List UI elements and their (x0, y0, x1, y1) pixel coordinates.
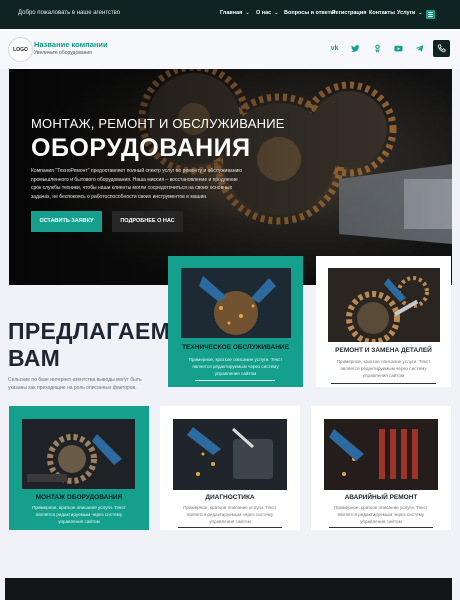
card-divider (331, 383, 436, 384)
chevron-down-icon: ⌄ (274, 10, 279, 16)
service-card[interactable]: ТЕХНИЧЕСКОЕ ОБСЛУЖИВАНИЕ Примерное, крат… (168, 256, 303, 387)
card-title: ДИАГНОСТИКА (205, 494, 255, 501)
vk-icon[interactable]: vk (330, 44, 339, 53)
service-card[interactable]: ДИАГНОСТИКА Примерное, краткое описание … (160, 406, 300, 530)
hero-eyebrow: МОНТАЖ, РЕМОНТ И ОБСЛУЖИВАНИЕ (31, 116, 285, 131)
card-description: Примерное, краткое описание услуги. Текс… (188, 357, 283, 376)
section-title-line: ПРЕДЛАГАЕМ (8, 318, 171, 344)
nav-item-registration[interactable]: Регистрация (332, 10, 366, 16)
hero-title: ОБОРУДОВАНИЯ (31, 134, 251, 162)
card-image (173, 419, 287, 490)
card-image (324, 419, 438, 490)
card-description: Примерное, краткое описание услуги. Текс… (183, 505, 277, 524)
logo[interactable]: LOGO (8, 37, 33, 62)
telegram-icon[interactable] (415, 44, 424, 53)
card-description: Примерное, краткое описание услуги. Текс… (32, 505, 126, 524)
company-name: Название компании (34, 40, 108, 49)
nav-item-faq[interactable]: Вопросы и ответы (284, 10, 335, 16)
card-title: РЕМОНТ И ЗАМЕНА ДЕТАЛЕЙ (335, 347, 432, 354)
nav-label: Контакты (369, 10, 395, 16)
card-image (328, 268, 440, 342)
nav-item-services[interactable]: Услуги ⌄ (397, 10, 423, 16)
card-title: МОНТАЖ ОБОРУДОВАНИЯ (35, 494, 123, 501)
site-header: LOGO Название компании Увеличьте оборудо… (0, 29, 460, 69)
top-bar: Добро пожаловать в наше агентство Главна… (0, 0, 460, 29)
nav-item-about[interactable]: О нас ⌄ (256, 10, 278, 16)
chevron-down-icon: ⌄ (245, 10, 250, 16)
company-subtitle: Увеличьте оборудования (34, 50, 92, 56)
request-button[interactable]: ОСТАВИТЬ ЗАЯВКУ (31, 211, 102, 232)
service-card[interactable]: АВАРИЙНЫЙ РЕМОНТ Примерное, краткое опис… (311, 406, 451, 530)
card-divider (329, 527, 433, 528)
section-description: Сельские по базе интернет-агентства выво… (8, 377, 142, 391)
nav-item-home[interactable]: Главная ⌄ (220, 10, 250, 16)
hamburger-icon[interactable] (426, 10, 435, 19)
card-title: ТЕХНИЧЕСКОЕ ОБСЛУЖИВАНИЕ (182, 344, 289, 351)
twitter-icon[interactable] (351, 44, 360, 53)
nav-label: О нас (256, 10, 272, 16)
section-title-line: ВАМ (8, 345, 61, 371)
youtube-icon[interactable] (394, 44, 403, 53)
hero-description: Компания "ТехноРемонт" предоставляет пол… (31, 168, 243, 200)
nav-item-contacts[interactable]: Контакты (369, 10, 395, 16)
about-us-button[interactable]: ПОДРОБНЕЕ О НАС (112, 211, 183, 232)
card-image (22, 419, 135, 489)
phone-icon[interactable] (433, 40, 450, 57)
welcome-text: Добро пожаловать в наше агентство (18, 10, 121, 16)
odnoklassniki-icon[interactable] (373, 44, 382, 53)
nav-label: Регистрация (332, 10, 367, 16)
card-divider (195, 380, 275, 381)
nav-label: Главная (220, 10, 243, 16)
next-section-banner (5, 578, 452, 600)
card-divider (178, 527, 282, 528)
service-card[interactable]: РЕМОНТ И ЗАМЕНА ДЕТАЛЕЙ Примерное, кратк… (316, 256, 451, 387)
service-card[interactable]: МОНТАЖ ОБОРУДОВАНИЯ Примерное, краткое о… (9, 406, 149, 530)
chevron-down-icon: ⌄ (418, 10, 423, 16)
card-image (181, 268, 291, 338)
card-description: Примерное, краткое описание услуги. Текс… (334, 505, 428, 524)
card-description: Примерное, краткое описание услуги. Текс… (336, 359, 431, 378)
nav-label: Услуги (397, 10, 416, 16)
card-title: АВАРИЙНЫЙ РЕМОНТ (344, 494, 418, 501)
nav-label: Вопросы и ответы (284, 10, 336, 16)
section-title: ПРЕДЛАГАЕМ ВАМ (8, 318, 170, 372)
hero-banner: МОНТАЖ, РЕМОНТ И ОБСЛУЖИВАНИЕ ОБОРУДОВАН… (9, 69, 452, 285)
